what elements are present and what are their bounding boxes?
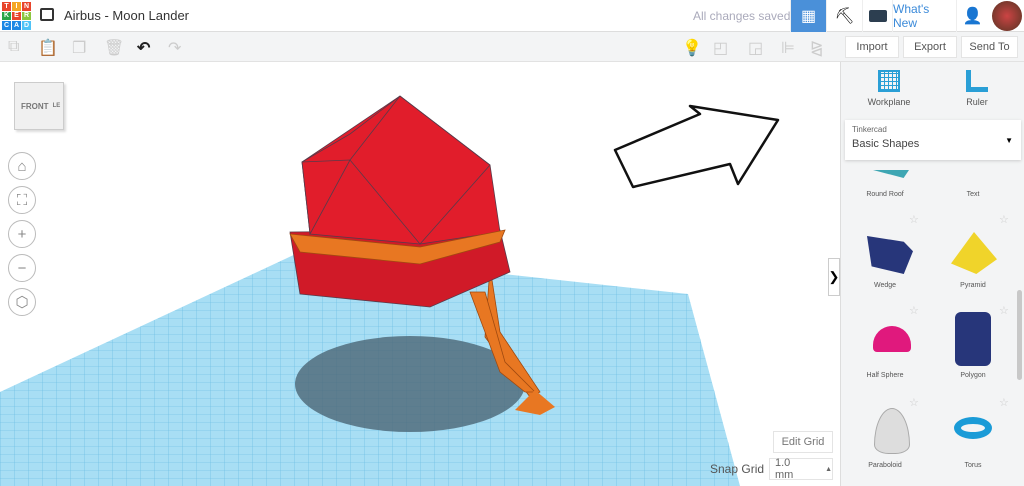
dropdown-caret-icon: ▼ (1005, 136, 1013, 145)
shape-label: Pyramid (960, 282, 986, 289)
ruler-icon (966, 70, 988, 92)
minus-icon: − (17, 259, 27, 277)
logo-letter: R (22, 11, 31, 21)
library-value: Basic Shapes (852, 138, 920, 150)
zoom-in-button[interactable]: + (8, 220, 36, 248)
send-to-button[interactable]: Send To (961, 36, 1018, 58)
zoom-out-button[interactable]: − (8, 254, 36, 282)
shape-library-dropdown[interactable]: Tinkercad Basic Shapes ▼ (845, 120, 1021, 160)
shape-label: Polygon (960, 372, 986, 379)
logo-letter: A (12, 21, 21, 30)
save-status: All changes saved (693, 9, 791, 23)
snap-grid-select[interactable]: 1.0 mm ▲ (769, 457, 833, 481)
shadow (295, 336, 525, 432)
favorite-star-icon[interactable]: ☆ (909, 396, 919, 409)
ungroup-icon[interactable]: ◲ (748, 38, 763, 58)
edit-toolbar: ⧉ 📋 ❐ 🗑 ↶ ↷ 💡 ◰ ◲ ⊫ ⧎ Import Export Send… (0, 32, 1024, 62)
import-button[interactable]: Import (845, 36, 899, 58)
favorite-star-icon[interactable]: ☆ (909, 304, 919, 317)
logo-letter: E (12, 11, 21, 21)
top-bar: T I N K E R C A D Airbus - Moon Lander A… (0, 0, 1024, 32)
snap-grid-label: Snap Grid (710, 462, 765, 476)
blocks-button[interactable]: ⛏ (826, 0, 862, 32)
cube-icon: ⬡ (15, 294, 29, 311)
logo-letter: I (12, 2, 21, 11)
avatar-image (992, 1, 1022, 31)
logo-letter: D (22, 21, 31, 30)
ruler-button[interactable]: Ruler (949, 70, 1005, 107)
favorite-star-icon[interactable]: ☆ (999, 396, 1009, 409)
home-view-button[interactable]: ⌂ (8, 152, 36, 180)
fit-view-button[interactable]: ⛶ (8, 186, 36, 214)
grid-icon: ▦ (800, 8, 817, 25)
tinkercad-logo[interactable]: T I N K E R C A D (2, 2, 31, 30)
shapes-panel: Workplane Ruler Tinkercad Basic Shapes ▼… (840, 62, 1024, 486)
workplane-button[interactable]: Workplane (861, 70, 917, 107)
copy-icon[interactable]: ⧉ (8, 38, 19, 56)
paste-icon[interactable]: 📋 (38, 38, 58, 58)
light-bulb-icon[interactable]: 💡 (682, 38, 702, 58)
panel-scrollbar[interactable] (1017, 290, 1022, 380)
edit-grid-button[interactable]: Edit Grid (773, 431, 833, 453)
view-cube-front[interactable]: FRONT (21, 102, 49, 111)
logo-letter: T (2, 2, 11, 11)
shape-label: Text (966, 191, 980, 198)
shape-label: Paraboloid (868, 462, 902, 469)
design-title[interactable]: Airbus - Moon Lander (64, 8, 189, 23)
favorite-star-icon[interactable]: ☆ (999, 304, 1009, 317)
mirror-icon[interactable]: ⧎ (810, 38, 823, 58)
caret-icon: ▲ (825, 465, 832, 473)
home-icon: ⌂ (17, 157, 27, 175)
pickaxe-icon: ⛏ (834, 8, 855, 25)
add-user-icon: 👤 (962, 8, 983, 25)
shape-label: Half Sphere (866, 372, 904, 379)
design-list-icon[interactable] (40, 8, 54, 21)
workplane-label: Workplane (867, 97, 911, 107)
shape-label: Round Roof (866, 191, 904, 198)
view-cube-left[interactable]: LE (53, 103, 61, 109)
3d-view-button[interactable]: ▦ (790, 0, 826, 32)
duplicate-icon[interactable]: ❐ (72, 38, 86, 58)
ortho-view-button[interactable]: ⬡ (8, 288, 36, 316)
group-icon[interactable]: ◰ (713, 38, 728, 58)
view-cube[interactable]: FRONT LE (14, 82, 64, 130)
logo-letter: N (22, 2, 31, 11)
logo-letter: K (2, 11, 11, 21)
annotation-arrow (613, 104, 780, 189)
export-button[interactable]: Export (903, 36, 957, 58)
snap-grid-value: 1.0 mm (775, 457, 794, 481)
workplane-icon (878, 70, 900, 92)
undo-icon[interactable]: ↶ (137, 38, 150, 58)
shape-label: Torus (964, 462, 982, 469)
favorite-star-icon[interactable]: ☆ (909, 213, 919, 226)
align-icon[interactable]: ⊫ (781, 38, 795, 58)
shape-label: Wedge (873, 282, 897, 289)
invite-user-button[interactable]: 👤 (956, 0, 988, 32)
bricks-button[interactable] (862, 0, 892, 32)
plus-icon: + (17, 225, 27, 243)
delete-icon[interactable]: 🗑 (104, 38, 124, 58)
brick-icon (868, 10, 887, 22)
whats-new-link[interactable]: What's New (892, 0, 956, 32)
redo-icon[interactable]: ↷ (168, 38, 181, 58)
fit-icon: ⛶ (16, 191, 28, 209)
favorite-star-icon[interactable]: ☆ (999, 213, 1009, 226)
avatar[interactable] (990, 0, 1024, 32)
library-label: Tinkercad (852, 125, 887, 134)
logo-letter: C (2, 21, 11, 30)
3d-workplane-view[interactable]: FRONT LE ⌂ ⛶ + − ⬡ Edit Grid Snap Grid 1… (0, 62, 840, 486)
ruler-label: Ruler (966, 97, 988, 107)
scene (0, 95, 780, 486)
collapse-panel-button[interactable]: ❯ (828, 258, 840, 296)
